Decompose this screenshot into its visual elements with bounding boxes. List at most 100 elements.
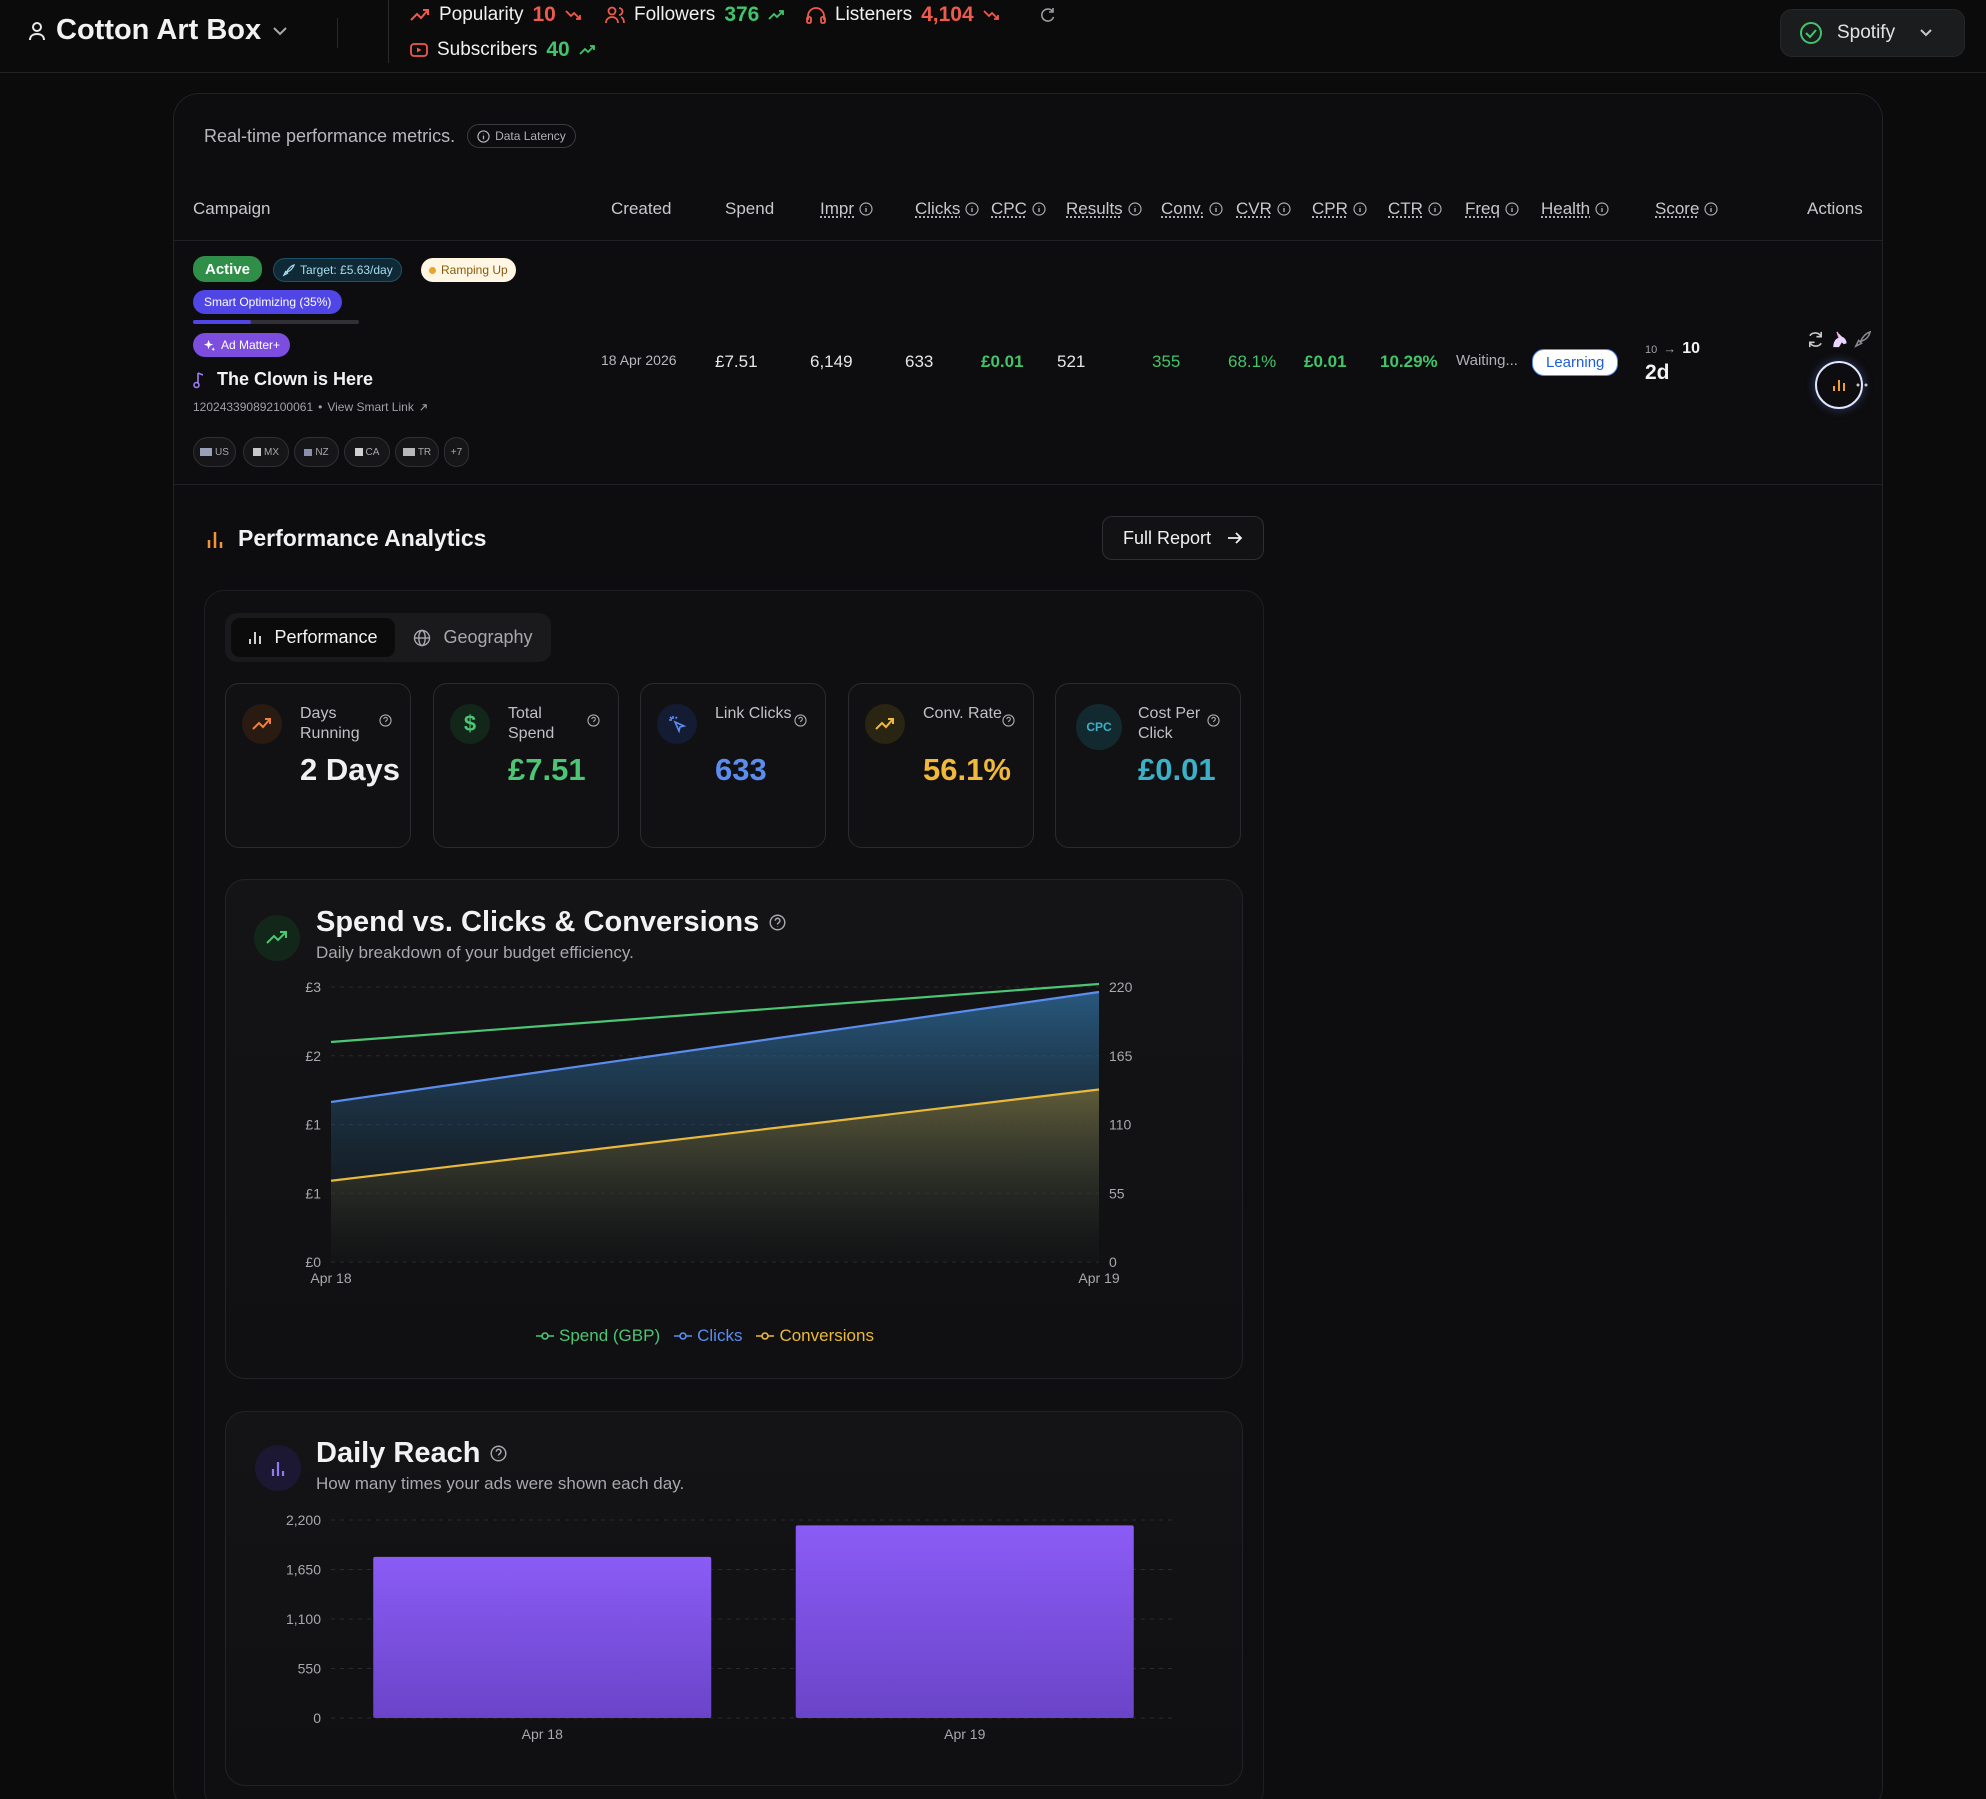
col-cvr[interactable]: CVR bbox=[1236, 199, 1291, 219]
col-conv[interactable]: Conv. bbox=[1161, 199, 1223, 219]
trending-up-icon bbox=[768, 10, 785, 20]
trending-up-icon bbox=[579, 45, 595, 55]
metric-card-conv-rate: Conv. Rate 56.1% bbox=[848, 683, 1034, 848]
col-freq[interactable]: Freq bbox=[1465, 199, 1519, 219]
legend-conversions[interactable]: Conversions bbox=[756, 1326, 874, 1346]
full-report-button[interactable]: Full Report bbox=[1102, 516, 1264, 560]
trending-up-icon bbox=[242, 704, 282, 744]
legend-marker-icon bbox=[536, 1332, 554, 1340]
dots-icon[interactable] bbox=[1855, 378, 1869, 392]
help-icon[interactable] bbox=[1002, 714, 1015, 727]
col-ctr[interactable]: CTR bbox=[1388, 199, 1442, 219]
ramping-badge: Ramping Up bbox=[421, 258, 516, 282]
legend-spend[interactable]: Spend (GBP) bbox=[536, 1326, 660, 1346]
metric-value: £0.01 bbox=[1138, 752, 1216, 787]
globe-icon bbox=[414, 629, 431, 646]
help-icon[interactable] bbox=[769, 914, 786, 931]
youtube-icon bbox=[410, 43, 428, 57]
divider bbox=[174, 240, 1882, 241]
cell-conv: 355 bbox=[1152, 352, 1181, 371]
smart-link[interactable]: View Smart Link bbox=[327, 400, 413, 414]
cell-clicks: 633 bbox=[905, 352, 934, 371]
help-icon[interactable] bbox=[1207, 714, 1220, 727]
col-cpr[interactable]: CPR bbox=[1312, 199, 1367, 219]
y-tick: 550 bbox=[298, 1661, 322, 1677]
panel-subtitle: Real-time performance metrics. Data Late… bbox=[204, 124, 576, 148]
info-icon bbox=[1032, 202, 1046, 216]
stat-value: 40 bbox=[546, 38, 570, 61]
col-cpc[interactable]: CPC bbox=[991, 199, 1046, 219]
dollar-icon: $ bbox=[450, 704, 490, 744]
country-chip[interactable]: MX bbox=[243, 437, 289, 467]
external-link-icon bbox=[420, 403, 427, 411]
legend-clicks[interactable]: Clicks bbox=[674, 1326, 742, 1346]
metric-value: 2 Days bbox=[300, 752, 400, 787]
optimizing-progress bbox=[193, 320, 359, 324]
help-icon[interactable] bbox=[794, 714, 807, 727]
check-circle-icon bbox=[1800, 22, 1822, 44]
refresh-icon[interactable] bbox=[1806, 330, 1825, 349]
chevron-down-icon bbox=[1920, 29, 1932, 37]
x-tick: Apr 19 bbox=[1078, 1270, 1119, 1286]
campaign-name[interactable]: The Clown is Here bbox=[193, 369, 373, 390]
top-bar: Cotton Art Box Popularity 10 Followers 3… bbox=[0, 0, 1986, 73]
col-campaign[interactable]: Campaign bbox=[193, 199, 271, 219]
artist-selector[interactable]: Cotton Art Box bbox=[28, 14, 289, 47]
help-icon[interactable] bbox=[379, 714, 392, 727]
stat-value: 10 bbox=[532, 3, 556, 26]
spend-chart-legend: Spend (GBP) Clicks Conversions bbox=[536, 1326, 874, 1346]
info-icon bbox=[859, 202, 873, 216]
country-chip[interactable]: US bbox=[193, 437, 236, 467]
y-tick: 1,100 bbox=[286, 1611, 321, 1627]
stat-value: 376 bbox=[724, 3, 760, 26]
data-latency-badge[interactable]: Data Latency bbox=[467, 124, 576, 148]
stat-popularity: Popularity 10 bbox=[410, 3, 581, 27]
y-left-tick: £1 bbox=[305, 1185, 321, 1201]
score-change: 10 → 10 bbox=[1645, 340, 1701, 357]
help-icon[interactable] bbox=[587, 714, 600, 727]
platform-selector[interactable]: Spotify bbox=[1780, 9, 1965, 57]
rocket-icon[interactable] bbox=[1853, 330, 1872, 349]
unicorn-icon[interactable] bbox=[1829, 330, 1849, 349]
music-note-icon bbox=[193, 371, 204, 388]
refresh-icon[interactable] bbox=[1040, 7, 1056, 23]
trending-down-icon bbox=[565, 10, 581, 20]
country-chip[interactable]: NZ bbox=[294, 437, 339, 467]
users-icon bbox=[605, 6, 625, 24]
country-chip[interactable]: TR bbox=[395, 437, 439, 467]
col-results[interactable]: Results bbox=[1066, 199, 1142, 219]
trending-up-icon bbox=[254, 915, 300, 961]
legend-marker-icon bbox=[756, 1332, 775, 1340]
metric-value: 633 bbox=[715, 752, 767, 787]
x-tick: Apr 18 bbox=[522, 1726, 563, 1742]
y-tick: 1,650 bbox=[286, 1562, 321, 1578]
metric-value: £7.51 bbox=[508, 752, 586, 787]
tab-performance[interactable]: Performance bbox=[231, 618, 395, 657]
y-left-tick: £2 bbox=[305, 1048, 321, 1064]
col-clicks[interactable]: Clicks bbox=[915, 199, 979, 219]
bar-chart-icon bbox=[249, 632, 262, 644]
col-spend[interactable]: Spend bbox=[725, 199, 774, 219]
flag-icon bbox=[402, 448, 415, 456]
trending-up-icon bbox=[865, 704, 905, 744]
trending-down-icon bbox=[983, 10, 999, 20]
col-created[interactable]: Created bbox=[611, 199, 671, 219]
user-icon bbox=[29, 21, 45, 40]
info-icon bbox=[1505, 202, 1519, 216]
col-score[interactable]: Score bbox=[1655, 199, 1719, 219]
cpc-icon: CPC bbox=[1076, 704, 1122, 750]
flag-icon bbox=[354, 448, 363, 456]
divider bbox=[388, 0, 389, 63]
col-health[interactable]: Health bbox=[1541, 199, 1609, 219]
campaign-id: 120243390892100061 bbox=[193, 400, 314, 414]
info-icon bbox=[1277, 202, 1291, 216]
tab-geography[interactable]: Geography bbox=[400, 618, 546, 657]
metric-card-total-spend: $ Total Spend £7.51 bbox=[433, 683, 619, 848]
col-impr[interactable]: Impr bbox=[820, 199, 873, 219]
country-chip[interactable]: CA bbox=[344, 437, 390, 467]
info-icon bbox=[1353, 202, 1367, 216]
divider bbox=[337, 18, 338, 48]
more-countries-chip[interactable]: +7 bbox=[444, 437, 469, 467]
flag-icon bbox=[304, 448, 313, 456]
help-icon[interactable] bbox=[490, 1445, 507, 1462]
